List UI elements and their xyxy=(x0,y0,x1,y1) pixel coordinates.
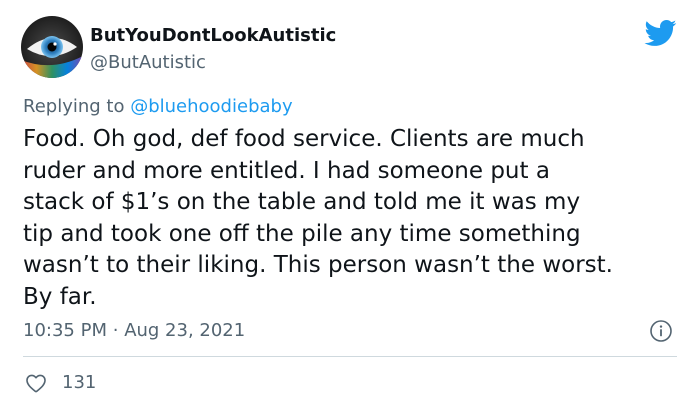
info-icon[interactable] xyxy=(649,319,673,343)
like-count: 131 xyxy=(62,372,97,393)
author-display-name[interactable]: ButYouDontLookAutistic xyxy=(90,25,336,47)
eye-avatar-icon xyxy=(21,16,83,78)
reply-mention-link[interactable]: @bluehoodiebaby xyxy=(130,96,292,117)
replying-to-label: Replying to xyxy=(23,96,125,117)
replying-to-line: Replying to @bluehoodiebaby xyxy=(23,96,293,118)
author-handle[interactable]: @ButAutistic xyxy=(90,52,206,74)
tweet-date: Aug 23, 2021 xyxy=(124,320,246,341)
tweet-timestamp[interactable]: 10:35 PM · Aug 23, 2021 xyxy=(23,320,245,342)
like-button[interactable]: 131 xyxy=(24,371,96,395)
twitter-bird-icon[interactable] xyxy=(643,19,677,47)
avatar[interactable] xyxy=(21,16,83,78)
heart-icon xyxy=(26,374,46,393)
timestamp-separator: · xyxy=(112,320,119,341)
tweet-time: 10:35 PM xyxy=(23,320,107,341)
tweet-text: Food. Oh god, def food service. Clients … xyxy=(23,126,613,310)
divider xyxy=(23,356,677,357)
